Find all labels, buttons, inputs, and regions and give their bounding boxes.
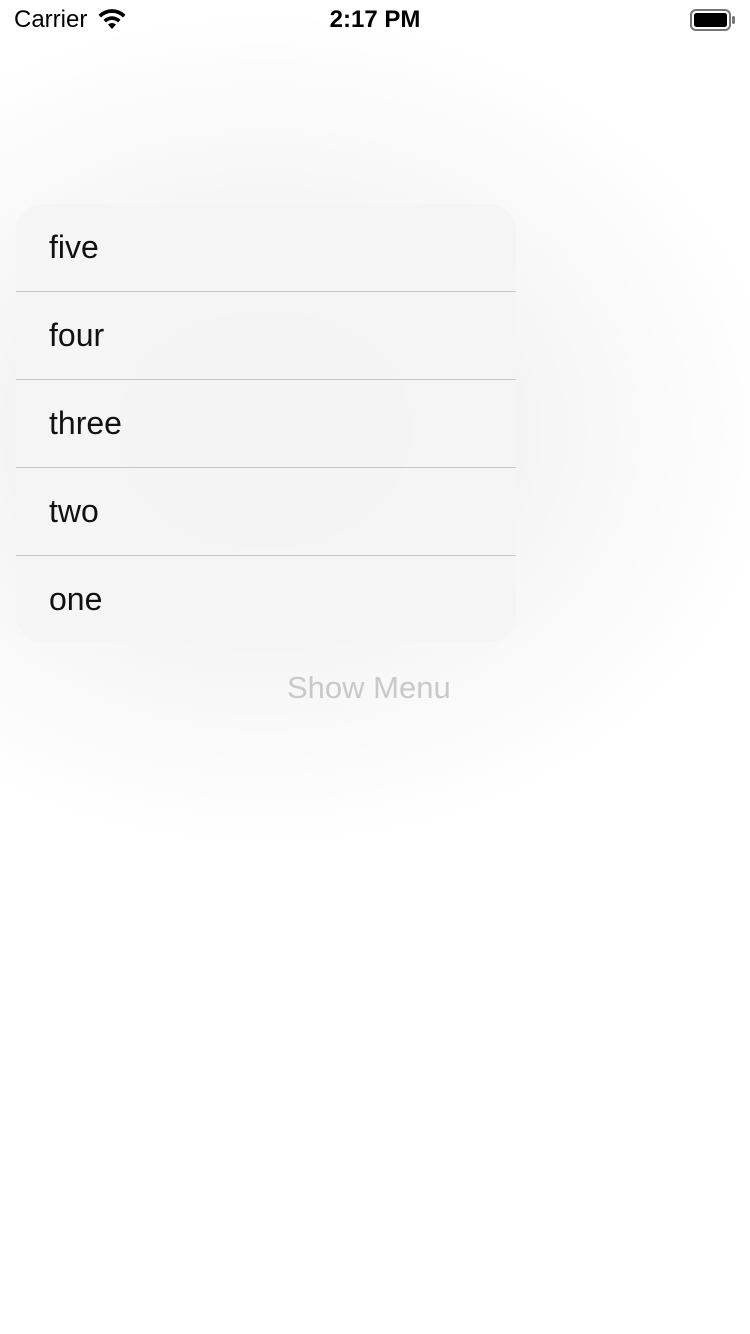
menu-item-label: five — [49, 229, 99, 265]
menu-item-one[interactable]: one — [16, 556, 516, 642]
menu-item-label: three — [49, 405, 122, 441]
menu-item-label: four — [49, 317, 105, 353]
menu-backdrop — [0, 0, 750, 1334]
menu-item-four[interactable]: four — [16, 292, 516, 380]
status-bar: Carrier 2:17 PM — [0, 0, 750, 40]
battery-icon — [690, 9, 736, 36]
status-time: 2:17 PM — [329, 6, 421, 33]
menu-item-label: one — [49, 580, 103, 617]
context-menu: five four three two one — [16, 204, 516, 642]
menu-item-five[interactable]: five — [16, 204, 516, 292]
menu-item-three[interactable]: three — [16, 380, 516, 468]
show-menu-button[interactable]: Show Menu — [287, 670, 451, 706]
menu-item-label: two — [49, 493, 99, 529]
menu-item-two[interactable]: two — [16, 468, 516, 556]
